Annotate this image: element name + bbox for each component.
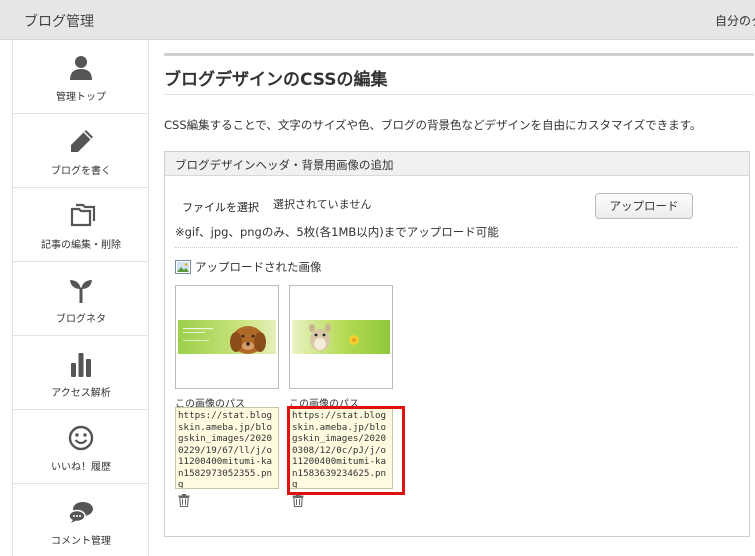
dotted-divider — [175, 247, 737, 248]
title-divider — [164, 94, 754, 95]
choose-file-button[interactable]: ファイルを選択 — [182, 199, 259, 215]
sidebar-item-label: いいね！履歴 — [51, 462, 111, 473]
file-status: 選択されていません — [273, 198, 372, 211]
sidebar-item-label: ブログネタ — [56, 314, 106, 325]
trash-icon[interactable] — [178, 494, 190, 507]
sidebar-item-write[interactable]: ブログを書く — [13, 114, 149, 188]
panel-header: ブログデザインヘッダ・背景用画像の追加 — [165, 152, 749, 176]
highlight-box — [287, 406, 405, 495]
trash-icon[interactable] — [292, 494, 304, 507]
my-blog-link[interactable]: 自分のク — [715, 12, 755, 29]
sidebar-item-label: 記事の編集・削除 — [41, 240, 121, 251]
upload-note: ※gif、jpg、pngのみ、5枚(各1MB以内)までアップロード可能 — [175, 225, 499, 239]
sidebar-item-label: ブログを書く — [51, 166, 111, 177]
uploaded-image-thumbnail[interactable] — [175, 285, 279, 389]
uploaded-images-heading: アップロードされた画像 — [175, 259, 322, 275]
sidebar-item-label: 管理トップ — [56, 92, 106, 103]
app-title: ブログ管理 — [24, 14, 94, 30]
sidebar-item-label: アクセス解析 — [51, 388, 111, 399]
sidebar-item-comment-manage[interactable]: コメント管理 — [13, 484, 149, 556]
pencil-icon — [71, 130, 93, 152]
panel-title: ブログデザインヘッダ・背景用画像の追加 — [175, 158, 394, 172]
header-image-squirrel — [292, 320, 390, 354]
sidebar-item-label: コメント管理 — [51, 536, 111, 547]
header-image-dog — [178, 320, 276, 354]
sidebar-item-access-analysis[interactable]: アクセス解析 — [13, 336, 149, 410]
top-divider — [164, 53, 754, 56]
page-description: CSS編集することで、文字のサイズや色、ブログの背景色などデザインを自由にカスタ… — [164, 118, 702, 132]
comment-icon — [68, 502, 93, 523]
uploaded-image-thumbnail[interactable] — [289, 285, 393, 389]
upload-button[interactable]: アップロード — [595, 193, 693, 219]
sidebar-item-admin-top[interactable]: 管理トップ — [13, 40, 149, 114]
image-icon — [175, 260, 191, 274]
page-title: ブログデザインのCSSの編集 — [164, 70, 388, 90]
smiley-icon — [68, 425, 94, 451]
top-bar: ブログ管理 自分のク — [0, 0, 755, 40]
sidebar-item-blog-neta[interactable]: ブログネタ — [13, 262, 149, 336]
main-content: ブログデザインのCSSの編集 CSS編集することで、文字のサイズや色、ブログの背… — [164, 40, 755, 556]
uploaded-images-label: アップロードされた画像 — [195, 260, 322, 274]
image-path-field[interactable]: https://stat.blogskin.ameba.jp/blogskin_… — [175, 407, 279, 489]
sidebar: 管理トップ ブログを書く 記事の編集・削除 ブログネタ アクセス解析 いいね！履… — [12, 40, 149, 556]
copy-icon — [70, 203, 96, 227]
image-upload-panel: ブログデザインヘッダ・背景用画像の追加 ファイルを選択 選択されていません アッ… — [164, 151, 750, 537]
bar-chart-icon — [71, 353, 91, 377]
sidebar-item-like-history[interactable]: いいね！履歴 — [13, 410, 149, 484]
person-icon — [70, 56, 92, 80]
sprout-icon — [70, 280, 92, 303]
sidebar-item-edit-delete[interactable]: 記事の編集・削除 — [13, 188, 149, 262]
